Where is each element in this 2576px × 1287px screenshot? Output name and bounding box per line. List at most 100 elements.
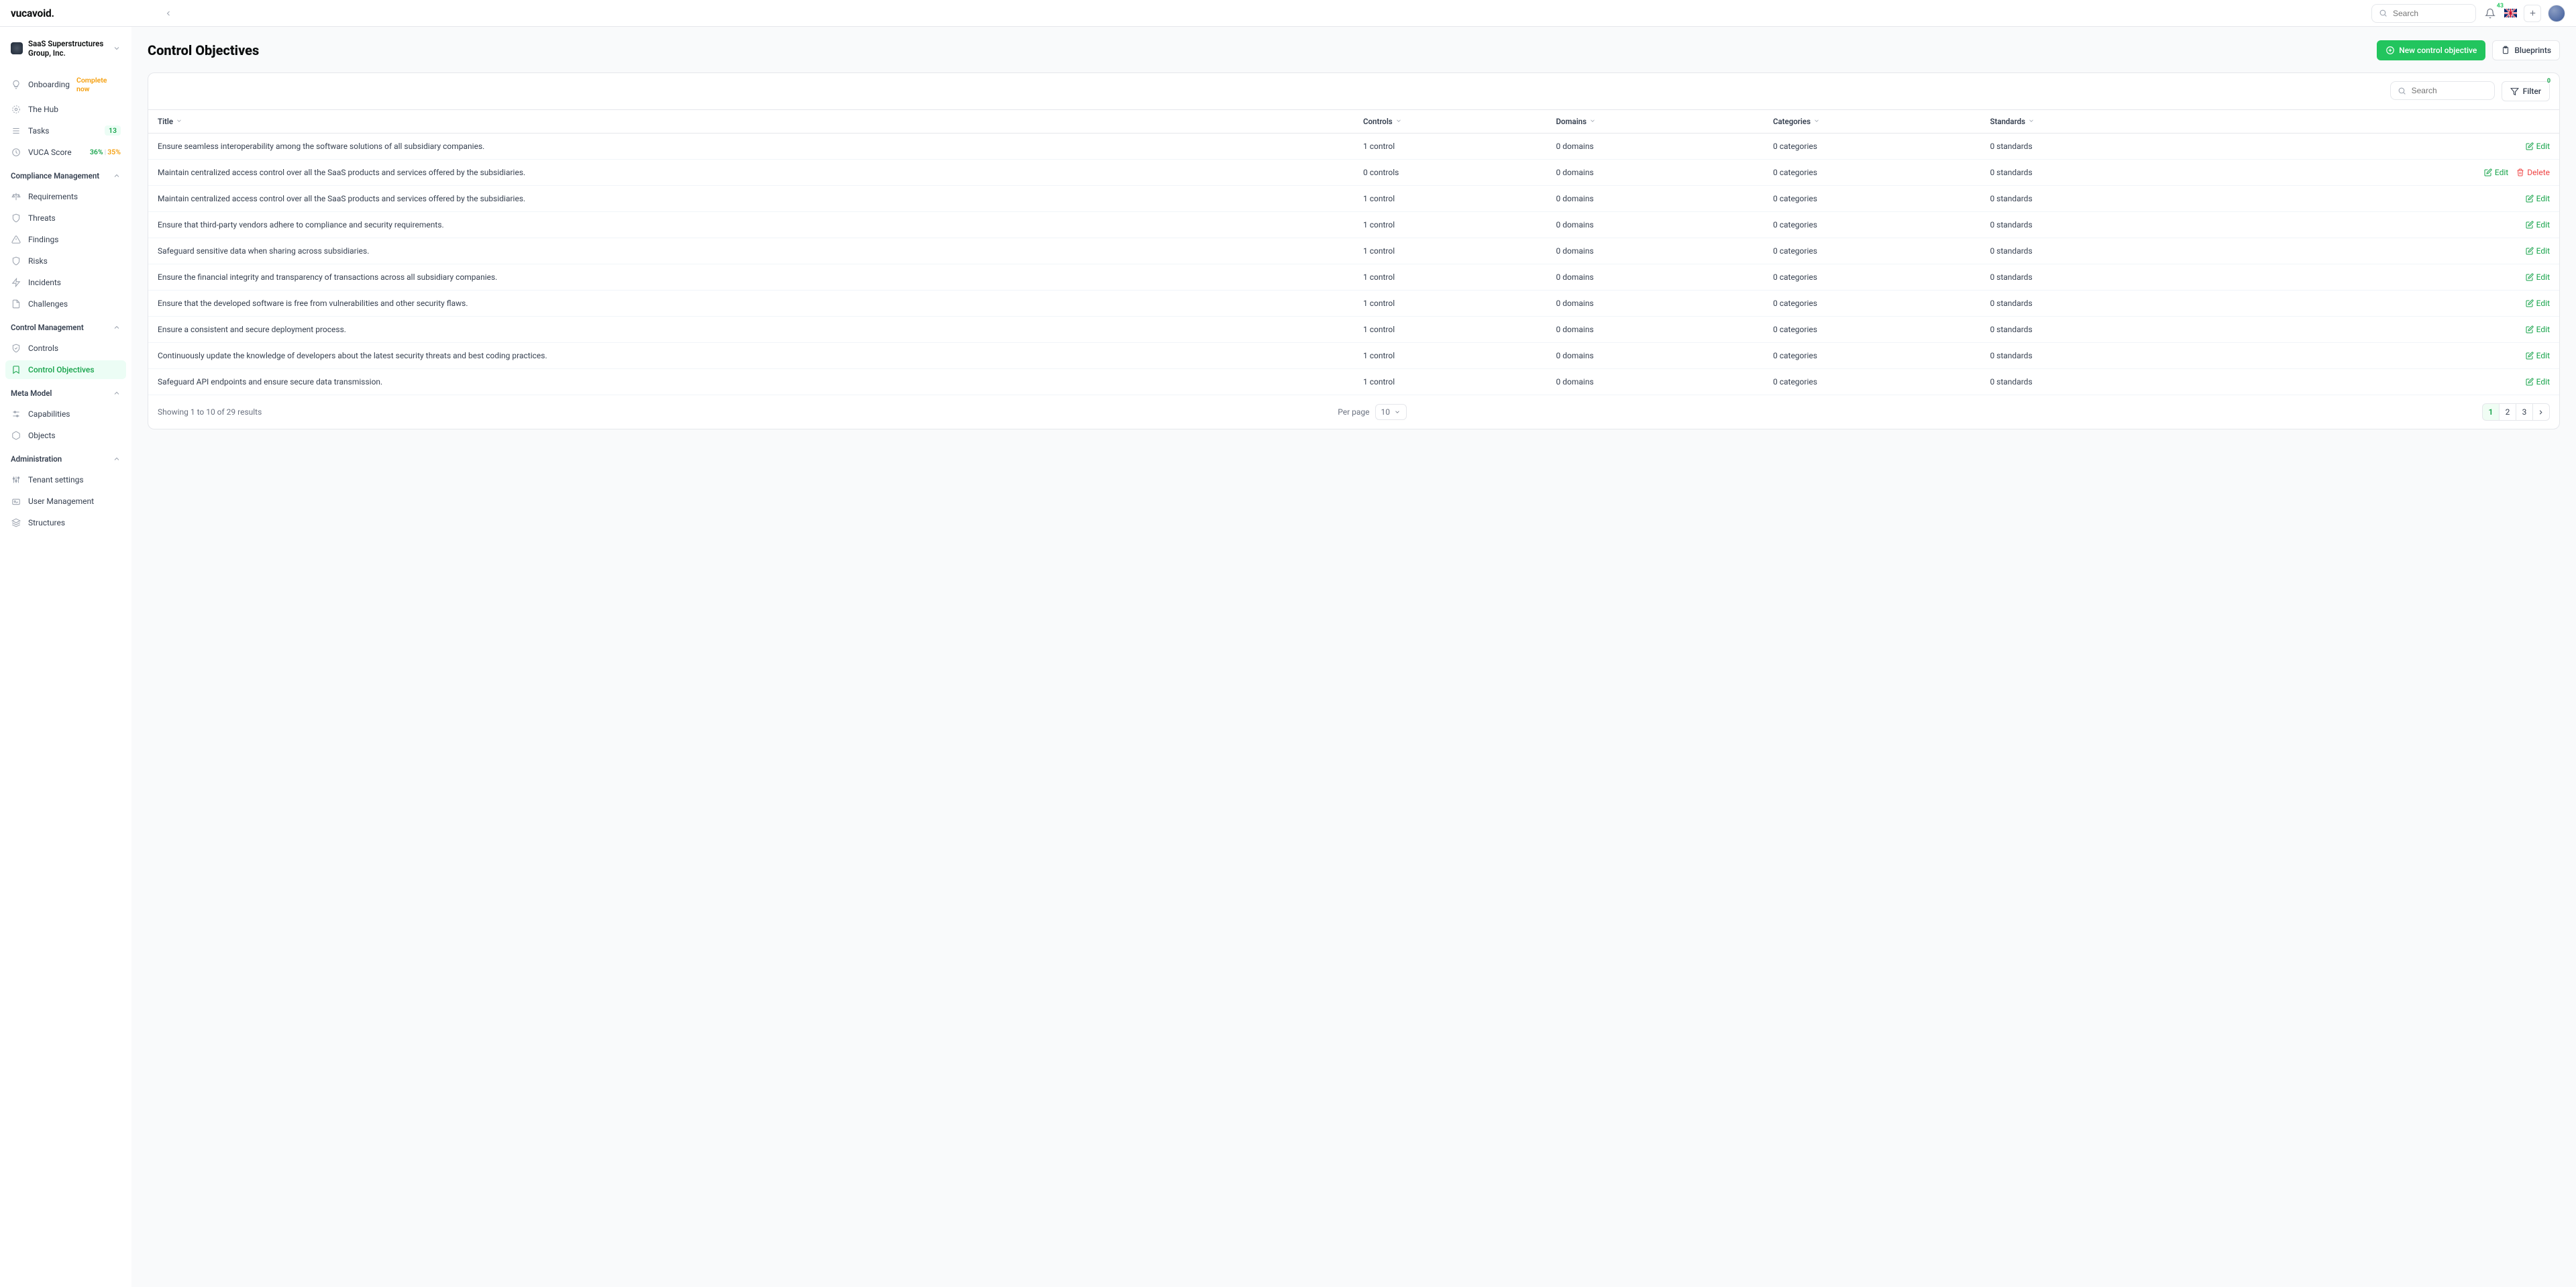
notifications-button[interactable]: 43 <box>2483 6 2498 21</box>
blueprints-button[interactable]: Blueprints <box>2492 40 2560 60</box>
cell-domains: 0 domains <box>1547 134 1764 160</box>
table-row[interactable]: Ensure that the developed software is fr… <box>148 291 2559 317</box>
sidebar-item-vuca[interactable]: VUCA Score 36%|35% <box>5 143 126 162</box>
sidebar-item-objects[interactable]: Objects <box>5 426 126 445</box>
edit-button[interactable]: Edit <box>2484 168 2508 177</box>
edit-button[interactable]: Edit <box>2526 272 2550 282</box>
cell-standards: 0 standards <box>1980 134 2197 160</box>
sidebar-item-incidents[interactable]: Incidents <box>5 273 126 292</box>
sidebar-item-challenges[interactable]: Challenges <box>5 295 126 313</box>
table-search-input[interactable] <box>2412 86 2487 95</box>
column-header-domains[interactable]: Domains <box>1547 110 1764 134</box>
sidebar-item-threats[interactable]: Threats <box>5 209 126 227</box>
column-header-categories[interactable]: Categories <box>1764 110 1980 134</box>
cell-domains: 0 domains <box>1547 369 1764 395</box>
edit-button[interactable]: Edit <box>2526 325 2550 334</box>
sidebar-item-tenant-settings[interactable]: Tenant settings <box>5 470 126 489</box>
table-row[interactable]: Safeguard sensitive data when sharing ac… <box>148 238 2559 264</box>
sidebar-item-label: Challenges <box>28 299 121 309</box>
filter-button[interactable]: Filter 0 <box>2502 81 2550 101</box>
next-page-button[interactable] <box>2532 403 2550 421</box>
cell-controls: 1 control <box>1354 264 1547 291</box>
edit-button[interactable]: Edit <box>2526 377 2550 387</box>
table-row[interactable]: Ensure a consistent and secure deploymen… <box>148 317 2559 343</box>
sidebar-item-label: VUCA Score <box>28 148 83 157</box>
sidebar-item-capabilities[interactable]: Capabilities <box>5 405 126 423</box>
cell-categories: 0 categories <box>1764 186 1980 212</box>
sidebar-item-tasks[interactable]: Tasks 13 <box>5 121 126 140</box>
edit-button[interactable]: Edit <box>2526 246 2550 256</box>
cell-controls: 1 control <box>1354 369 1547 395</box>
sidebar-item-control-objectives[interactable]: Control Objectives <box>5 360 126 379</box>
cell-controls: 1 control <box>1354 186 1547 212</box>
cell-categories: 0 categories <box>1764 134 1980 160</box>
language-flag-button[interactable] <box>2504 9 2517 17</box>
sidebar-section-meta[interactable]: Meta Model <box>5 382 126 402</box>
sidebar-item-structures[interactable]: Structures <box>5 513 126 532</box>
edit-button[interactable]: Edit <box>2526 142 2550 151</box>
box-icon <box>11 430 21 441</box>
sidebar-item-label: Findings <box>28 235 121 244</box>
table-row[interactable]: Maintain centralized access control over… <box>148 160 2559 186</box>
cell-controls: 1 control <box>1354 134 1547 160</box>
new-control-objective-button[interactable]: New control objective <box>2377 40 2485 60</box>
global-search-input[interactable] <box>2393 9 2469 18</box>
sidebar-item-controls[interactable]: Controls <box>5 339 126 358</box>
table-row[interactable]: Continuously update the knowledge of dev… <box>148 343 2559 369</box>
sidebar-item-onboarding[interactable]: Onboarding Complete now <box>5 72 126 97</box>
delete-button[interactable]: Delete <box>2516 168 2550 177</box>
perpage-label: Per page <box>1338 407 1369 417</box>
edit-icon <box>2526 142 2534 150</box>
page-button[interactable]: 1 <box>2482 403 2500 421</box>
org-selector[interactable]: SaaS Superstructures Group, Inc. <box>5 35 126 62</box>
global-search[interactable] <box>2371 4 2476 23</box>
page-button[interactable]: 3 <box>2516 403 2533 421</box>
page-title: Control Objectives <box>148 42 259 58</box>
sidebar-collapse-button[interactable] <box>159 4 178 23</box>
sidebar-item-hub[interactable]: The Hub <box>5 100 126 119</box>
sidebar-section-compliance[interactable]: Compliance Management <box>5 164 126 185</box>
cell-controls: 1 control <box>1354 212 1547 238</box>
sidebar-item-requirements[interactable]: Requirements <box>5 187 126 206</box>
table-row[interactable]: Ensure seamless interoperability among t… <box>148 134 2559 160</box>
users-icon <box>11 496 21 507</box>
page-button[interactable]: 2 <box>2499 403 2516 421</box>
cell-controls: 1 control <box>1354 317 1547 343</box>
chevron-down-icon <box>113 44 121 52</box>
perpage-select[interactable]: 10 <box>1375 404 1407 420</box>
create-button[interactable] <box>2524 5 2541 22</box>
edit-icon <box>2526 247 2534 255</box>
sidebar-item-findings[interactable]: Findings <box>5 230 126 249</box>
filter-icon <box>2510 87 2519 96</box>
cell-title: Safeguard API endpoints and ensure secur… <box>148 369 1354 395</box>
action-label: Edit <box>2536 246 2550 256</box>
sidebar-item-risks[interactable]: Risks <box>5 252 126 270</box>
action-label: Edit <box>2536 299 2550 308</box>
sidebar-section-control[interactable]: Control Management <box>5 316 126 336</box>
org-icon <box>11 42 23 54</box>
edit-button[interactable]: Edit <box>2526 220 2550 229</box>
cell-domains: 0 domains <box>1547 160 1764 186</box>
logo[interactable]: vucavoid. <box>11 7 54 19</box>
sidebar-section-admin[interactable]: Administration <box>5 448 126 468</box>
table-row[interactable]: Ensure the financial integrity and trans… <box>148 264 2559 291</box>
user-avatar[interactable] <box>2548 5 2565 22</box>
action-label: Edit <box>2495 168 2508 177</box>
table-search[interactable] <box>2390 81 2495 100</box>
edit-button[interactable]: Edit <box>2526 194 2550 203</box>
bolt-icon <box>11 277 21 288</box>
edit-button[interactable]: Edit <box>2526 299 2550 308</box>
column-header-controls[interactable]: Controls <box>1354 110 1547 134</box>
hub-icon <box>11 104 21 115</box>
sidebar-item-user-management[interactable]: User Management <box>5 492 126 511</box>
cell-title: Safeguard sensitive data when sharing ac… <box>148 238 1354 264</box>
cell-controls: 0 controls <box>1354 160 1547 186</box>
column-header-title[interactable]: Title <box>148 110 1354 134</box>
table-row[interactable]: Ensure that third-party vendors adhere t… <box>148 212 2559 238</box>
table-row[interactable]: Maintain centralized access control over… <box>148 186 2559 212</box>
edit-button[interactable]: Edit <box>2526 351 2550 360</box>
document-icon <box>11 299 21 309</box>
column-header-standards[interactable]: Standards <box>1980 110 2197 134</box>
shield-check-icon <box>11 343 21 354</box>
table-row[interactable]: Safeguard API endpoints and ensure secur… <box>148 369 2559 395</box>
